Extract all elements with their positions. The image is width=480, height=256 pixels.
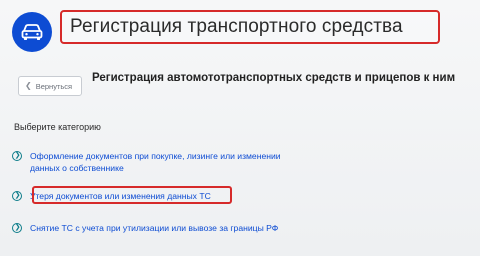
page-title: Регистрация транспортного средства	[70, 16, 403, 37]
item-highlight-frame	[32, 186, 232, 204]
list-item-purchase-leasing[interactable]: ❯ Оформление документов при покупке, лиз…	[12, 150, 281, 174]
back-button-label: Вернуться	[35, 81, 73, 91]
list-item-line: данных о собственнике	[30, 163, 124, 173]
car-icon	[12, 12, 52, 52]
chevron-circle-icon: ❯	[12, 191, 22, 201]
chevron-circle-icon: ❯	[12, 151, 22, 161]
list-item-line: Оформление документов при покупке, лизин…	[30, 151, 281, 161]
list-item-link[interactable]: Оформление документов при покупке, лизин…	[30, 150, 281, 174]
chevron-left-icon: ❮	[25, 81, 32, 90]
category-prompt: Выберите категорию	[14, 122, 101, 132]
page-title-highlight: Регистрация транспортного средства	[60, 10, 440, 44]
section-subtitle: Регистрация автомототранспортных средств…	[92, 72, 456, 84]
chevron-circle-icon: ❯	[12, 223, 22, 233]
list-item-link[interactable]: Снятие ТС с учета при утилизации или выв…	[30, 222, 278, 234]
back-button[interactable]: ❮ Вернуться	[18, 76, 82, 96]
page: Регистрация транспортного средства ❮ Вер…	[0, 0, 480, 256]
list-item-deregistration[interactable]: ❯ Снятие ТС с учета при утилизации или в…	[12, 222, 278, 234]
